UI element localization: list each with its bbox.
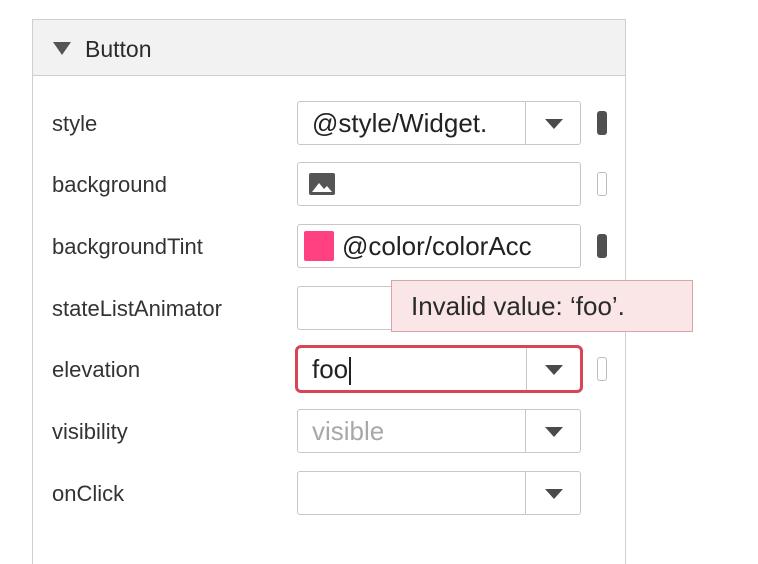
attribute-set-indicator[interactable] <box>597 172 607 196</box>
dropdown-divider <box>525 472 526 514</box>
image-icon[interactable] <box>308 172 336 196</box>
attribute-row-elevation: elevation foo <box>33 345 625 393</box>
elevation-value: foo <box>312 354 349 384</box>
text-cursor <box>349 357 352 386</box>
attribute-row-onclick: onClick <box>33 471 625 517</box>
dropdown-divider <box>525 102 526 144</box>
section-header-button[interactable]: Button <box>33 20 625 76</box>
background-tint-field[interactable]: @color/colorAcc <box>297 224 581 268</box>
attribute-set-indicator[interactable] <box>597 357 607 381</box>
visibility-dropdown[interactable]: visible <box>297 409 581 453</box>
style-dropdown[interactable]: @style/Widget. <box>297 101 581 145</box>
section-title: Button <box>85 36 152 62</box>
attribute-label: visibility <box>52 419 128 444</box>
attribute-set-indicator[interactable] <box>597 234 607 258</box>
chevron-down-icon[interactable] <box>545 489 563 499</box>
visibility-placeholder: visible <box>312 416 385 446</box>
color-swatch[interactable] <box>304 231 334 261</box>
triangle-down-icon[interactable] <box>53 42 71 55</box>
validation-error-tooltip: Invalid value: ‘foo’. <box>391 280 693 332</box>
tooltip-text: Invalid value: ‘foo’. <box>411 291 625 321</box>
attribute-label: elevation <box>52 357 141 382</box>
attribute-row-style: style @style/Widget. <box>33 101 625 147</box>
chevron-down-icon[interactable] <box>545 365 563 375</box>
attribute-label: background <box>52 172 167 197</box>
attribute-label: backgroundTint <box>52 234 203 259</box>
dropdown-divider <box>525 410 526 452</box>
attribute-label: onClick <box>52 481 125 506</box>
chevron-down-icon[interactable] <box>545 427 563 437</box>
chevron-down-icon[interactable] <box>545 119 563 129</box>
attribute-row-background: background <box>33 162 625 208</box>
elevation-dropdown[interactable]: foo <box>295 345 583 393</box>
background-tint-value: @color/colorAcc <box>342 231 532 261</box>
attribute-label: stateListAnimator <box>52 296 222 321</box>
onclick-dropdown[interactable] <box>297 471 581 515</box>
style-value: @style/Widget. <box>312 108 488 138</box>
attribute-label: style <box>52 111 98 136</box>
attribute-row-visibility: visibility visible <box>33 409 625 455</box>
attribute-row-backgroundtint: backgroundTint @color/colorAcc <box>33 224 625 270</box>
background-field[interactable] <box>297 162 581 206</box>
attribute-set-indicator[interactable] <box>597 111 607 135</box>
elevation-input[interactable]: foo <box>312 354 352 386</box>
dropdown-divider <box>526 348 527 390</box>
